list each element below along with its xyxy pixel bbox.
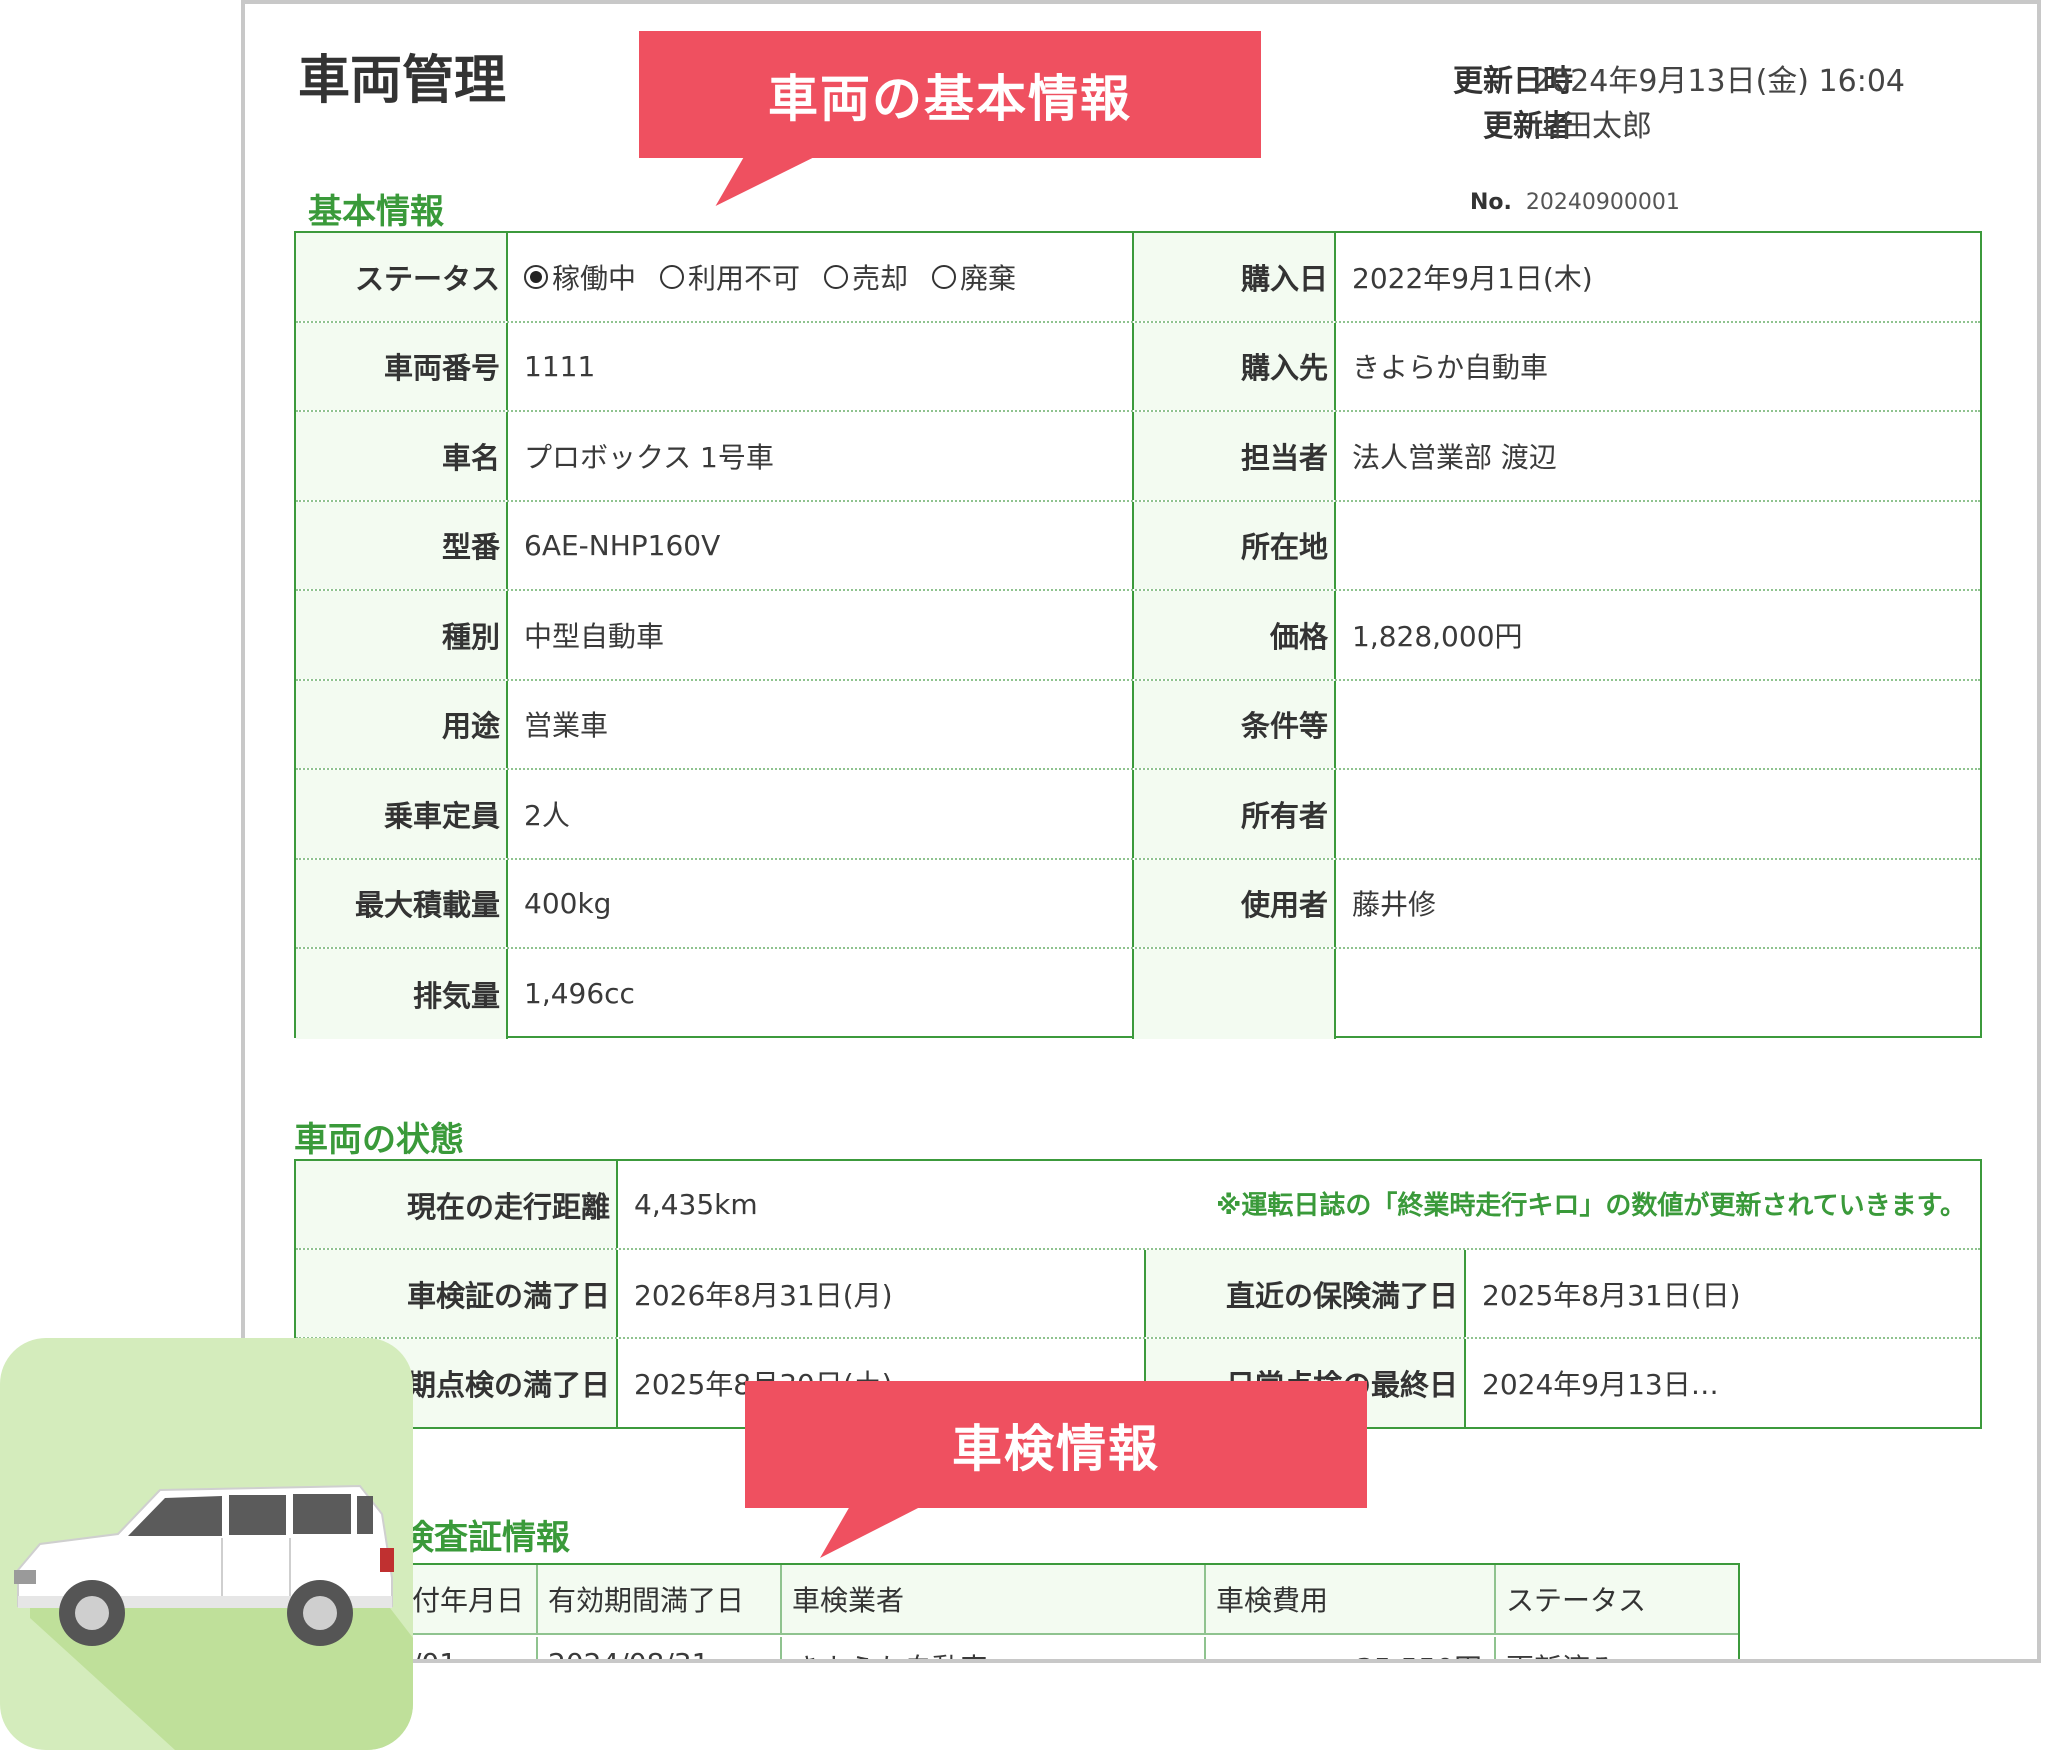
radio-selected-icon <box>524 264 548 289</box>
field-label: 車名 <box>296 412 508 500</box>
field-label: 用途 <box>296 680 508 768</box>
column-header-status: ステータス <box>1496 1565 1738 1635</box>
stage: 車両管理 更新日時 2024年9月13日(金) 16:04 更新者 山田太郎 基… <box>0 0 2046 1750</box>
insurance-expiry-label: 直近の保険満了日 <box>1144 1250 1466 1337</box>
field-label: 所在地 <box>1132 501 1336 589</box>
field-label: 最大積載量 <box>296 859 508 947</box>
field-value: 中型自動車 <box>524 619 665 653</box>
basic-info-table: ステータス 稼働中 利用不可 売却 廃棄 購入日 2022年9月1日(木) 車両番… <box>294 231 1982 1039</box>
table-row: 車検証の満了日 2026年8月31日(月) 直近の保険満了日 2025年8月31… <box>296 1250 1980 1339</box>
field-value: 藤井修 <box>1352 888 1437 922</box>
table-row: 最大積載量 400kg 使用者 藤井修 <box>296 859 1980 949</box>
table-row: ステータス 稼働中 利用不可 売却 廃棄 購入日 2022年9月1日(木) <box>296 233 1980 323</box>
field-value <box>1336 681 1980 769</box>
column-header-issue-date: 付年月日 <box>402 1565 538 1635</box>
table-row: 排気量 1,496cc <box>296 949 1980 1039</box>
table-row: 種別 中型自動車 価格 1,828,000円 <box>296 591 1980 681</box>
radio-icon <box>660 264 685 289</box>
status-label: ステータス <box>296 233 508 321</box>
radio-label: 利用不可 <box>688 261 801 295</box>
vehicle-state-title: 車両の状態 <box>294 1120 464 1160</box>
field-label: 担当者 <box>1132 412 1336 500</box>
mileage-label: 現在の走行距離 <box>296 1161 618 1248</box>
field-value: 1,828,000円 <box>1352 619 1523 653</box>
field-value: 2人 <box>524 798 570 832</box>
basic-info-title: 基本情報 <box>308 192 444 232</box>
table-cell: /01 <box>402 1637 538 1659</box>
inspection-expiry-value: 2026年8月31日(月) <box>634 1278 893 1312</box>
field-value: きよらか自動車 <box>1352 351 1549 385</box>
field-label <box>1132 949 1336 1039</box>
field-value <box>1336 502 1980 590</box>
table-row: 車名 プロボックス 1号車 担当者 法人営業部 渡辺 <box>296 412 1980 502</box>
column-header-vendor: 車検業者 <box>782 1565 1206 1635</box>
field-label: 所有者 <box>1132 770 1336 858</box>
table-row: 車両番号 1111 購入先 きよらか自動車 <box>296 322 1980 412</box>
field-label: 価格 <box>1132 591 1336 679</box>
callout-inspection: 車検情報 <box>745 1381 1367 1508</box>
table-row: 現在の走行距離 4,435km ※運転日誌の「終業時走行キロ」の数値が更新されて… <box>296 1161 1980 1250</box>
field-value: 法人営業部 渡辺 <box>1352 440 1557 474</box>
field-label: 種別 <box>296 591 508 679</box>
field-value <box>1336 770 1980 858</box>
table-cell: きよらか自動車 <box>782 1637 1206 1659</box>
status-radio-group: 稼働中 利用不可 売却 廃棄 <box>508 233 1132 321</box>
table-row: 乗車定員 2人 所有者 <box>296 770 1980 860</box>
field-label: 使用者 <box>1132 859 1336 947</box>
updated-by-value: 山田太郎 <box>1532 109 1652 144</box>
field-value: 1111 <box>524 349 596 383</box>
field-value: 2022年9月1日(木) <box>1352 261 1593 295</box>
radio-label: 廃棄 <box>960 261 1017 295</box>
record-number-value: 20240900001 <box>1525 190 1680 215</box>
field-value <box>1336 949 1980 1039</box>
status-radio-unavailable[interactable]: 利用不可 <box>660 257 800 297</box>
field-label: 条件等 <box>1132 680 1336 768</box>
daily-check-value: 2024年9月13日… <box>1482 1368 1719 1401</box>
table-cell: 更新済み <box>1496 1637 1738 1659</box>
field-value: 6AE-NHP160V <box>524 528 721 562</box>
status-radio-disposed[interactable]: 廃棄 <box>932 257 1016 297</box>
page-title: 車両管理 <box>298 51 507 111</box>
radio-icon <box>932 264 957 289</box>
status-radio-sold[interactable]: 売却 <box>824 257 908 297</box>
field-label: 購入先 <box>1132 322 1336 410</box>
table-cell: 35,550円 <box>1206 1637 1496 1659</box>
field-value: 営業車 <box>524 709 609 743</box>
radio-label: 稼働中 <box>552 261 637 295</box>
inspection-cert-title: 検査証情報 <box>400 1518 570 1558</box>
column-header-expiry-date: 有効期間満了日 <box>538 1565 782 1635</box>
field-value: プロボックス 1号車 <box>524 440 774 474</box>
inspection-cert-table: 付年月日 有効期間満了日 車検業者 車検費用 ステータス /01 2024/08… <box>400 1563 1740 1659</box>
car-icon <box>14 1484 413 1750</box>
inspection-expiry-label: 車検証の満了日 <box>296 1250 618 1337</box>
field-label: 購入日 <box>1132 233 1336 321</box>
updated-at-value: 2024年9月13日(金) 16:04 <box>1532 64 1906 99</box>
field-label: 排気量 <box>296 949 508 1039</box>
column-header-cost: 車検費用 <box>1206 1565 1496 1635</box>
table-row: 型番 6AE-NHP160V 所在地 <box>296 501 1980 591</box>
table-cell: 2024/08/31 <box>538 1637 782 1659</box>
field-value: 1,496cc <box>524 977 635 1011</box>
radio-label: 売却 <box>852 261 909 295</box>
field-label: 型番 <box>296 501 508 589</box>
mileage-note: ※運転日誌の「終業時走行キロ」の数値が更新されていきます。 <box>1216 1191 1966 1221</box>
field-label: 車両番号 <box>296 322 508 410</box>
record-number: No. 20240900001 <box>1470 190 1680 215</box>
status-radio-operating[interactable]: 稼働中 <box>524 257 636 297</box>
field-label: 乗車定員 <box>296 770 508 858</box>
callout-basic-info: 車両の基本情報 <box>639 31 1261 158</box>
table-row: 用途 営業車 条件等 <box>296 680 1980 770</box>
radio-icon <box>824 264 849 289</box>
vehicle-app-icon <box>0 1338 413 1750</box>
insurance-expiry-value: 2025年8月31日(日) <box>1482 1278 1741 1312</box>
field-value: 400kg <box>524 886 612 920</box>
mileage-value: 4,435km <box>634 1188 758 1221</box>
record-number-label: No. <box>1470 190 1512 215</box>
